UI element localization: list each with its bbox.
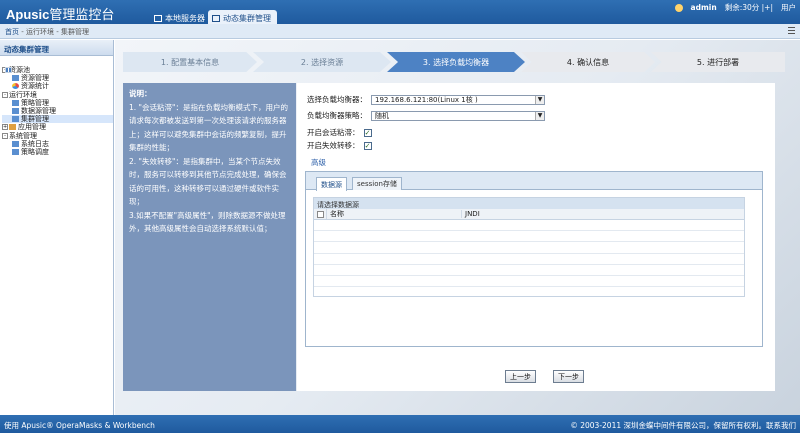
breadcrumb-sep: -	[19, 28, 26, 36]
user-box: admin 剩余:30分 |+| 用户	[674, 2, 796, 13]
menu-icon[interactable]	[788, 27, 795, 34]
tree-node-system-manage[interactable]: - 系统管理	[2, 67, 113, 140]
table-row	[314, 254, 744, 265]
footer-left: 使用 Apusic® OperaMasks & Workbench	[4, 421, 155, 430]
collapse-icon[interactable]: -	[2, 132, 8, 139]
table-row	[314, 276, 744, 288]
server-icon	[154, 14, 162, 22]
chevron-down-icon: ▼	[535, 111, 544, 120]
page-icon	[12, 75, 19, 82]
datasource-grid: 请选择数据源 名称 JNDI	[313, 197, 745, 297]
page-icon	[12, 108, 19, 115]
folder-icon	[5, 67, 12, 73]
tab-local-server[interactable]: 本地服务器	[150, 10, 211, 24]
balancer-row: 选择负载均衡器： 192.168.6.121:80(Linux 1核 ) ▼	[307, 94, 545, 105]
next-button[interactable]: 下一步	[553, 370, 584, 383]
config-form: 选择负载均衡器： 192.168.6.121:80(Linux 1核 ) ▼ 负…	[297, 83, 775, 391]
breadcrumb-runtime[interactable]: 运行环境	[26, 28, 54, 36]
page-icon	[12, 148, 19, 155]
grid-caption: 请选择数据源	[314, 198, 744, 209]
user-icon	[674, 3, 683, 12]
tab-session-storage[interactable]: session存储	[352, 177, 402, 190]
breadcrumb-home[interactable]: 首页	[5, 28, 19, 36]
wizard-step-2: 2. 选择资源	[253, 52, 391, 72]
failover-label: 开启失效转移：	[307, 141, 360, 150]
folder-icon	[9, 124, 16, 131]
advanced-link[interactable]: 高级	[311, 157, 326, 168]
wizard-steps: 1. 配置基本信息 2. 选择资源 3. 选择负载均衡器 4. 确认信息 5. …	[123, 52, 785, 72]
tree-node-policy-manage[interactable]: 策略管理	[2, 99, 113, 107]
session-remaining: 剩余:30分 |+|	[724, 3, 773, 12]
sticky-checkbox[interactable]: ✓	[363, 128, 372, 137]
page-icon	[12, 99, 19, 106]
top-header: Apusic管理监控台 本地服务器 动态集群管理 admin 剩余:30分 |+…	[0, 0, 800, 24]
tab-datasource[interactable]: 数据源	[316, 177, 347, 191]
balancer-value: 192.168.6.121:80(Linux 1核 )	[375, 95, 478, 104]
wizard-step-5: 5. 进行部署	[651, 52, 785, 72]
page-icon	[12, 140, 19, 147]
help-title: 说明：	[129, 89, 152, 98]
user-menu-link[interactable]: 用户	[781, 2, 796, 13]
logo-suffix: 管理监控台	[49, 7, 115, 22]
prev-button[interactable]: 上一步	[505, 370, 536, 383]
nav-tree: -资源池 资源管理 资源统计 -运行环境 策略管理 数据源管理 集群管理 +应用…	[0, 56, 113, 156]
help-item-2: 2. "失效转移"：是指集群中，当某个节点失效时，服务可以转移到其他节点完成处理…	[129, 156, 287, 207]
wizard-step-1: 1. 配置基本信息	[123, 52, 257, 72]
collapse-icon[interactable]: -	[2, 91, 8, 98]
policy-row: 负载均衡器策略： 随机 ▼	[307, 110, 545, 121]
sticky-label: 开启会话粘滞：	[307, 128, 360, 137]
breadcrumb-sep: -	[53, 28, 61, 36]
tree-node-resource-manage[interactable]: 资源管理	[2, 74, 113, 82]
footer: 使用 Apusic® OperaMasks & Workbench © 2003…	[0, 415, 800, 433]
tab-dynamic-cluster[interactable]: 动态集群管理	[208, 10, 277, 24]
balancer-select[interactable]: 192.168.6.121:80(Linux 1核 ) ▼	[371, 94, 545, 105]
table-row	[314, 220, 744, 232]
col-name[interactable]: 名称	[326, 209, 461, 219]
footer-right: © 2003-2011 深圳金蝶中间件有限公司，保留所有权利。联系我们	[570, 421, 796, 430]
breadcrumb-bar: 首页 - 运行环境 - 集群管理	[0, 24, 800, 39]
help-item-3: 3.如果不配置"高级属性"，则除数据源不做处理外，其他高级属性会自动选择系统默认…	[129, 210, 286, 234]
tree-node-runtime[interactable]: - 运行环境	[2, 67, 113, 99]
sidebar-title: 动态集群管理	[0, 40, 113, 56]
breadcrumb-current: 集群管理	[60, 28, 89, 36]
tree-node-system-log[interactable]: 系统日志	[2, 140, 113, 148]
tree-node-resource-pool[interactable]: -资源池	[2, 66, 113, 74]
main-content: 1. 配置基本信息 2. 选择资源 3. 选择负载均衡器 4. 确认信息 5. …	[115, 40, 800, 415]
help-item-1: 1. "会话粘滞"：是指在负载均衡模式下，用户的请求每次都被发送到第一次处理该请…	[129, 102, 288, 153]
table-row	[314, 265, 744, 276]
tree-node-policy-schedule[interactable]: 策略调度	[2, 148, 113, 156]
logo-brand: Apusic	[6, 7, 50, 22]
tab-local-server-label: 本地服务器	[165, 13, 205, 23]
table-row	[314, 242, 744, 254]
select-all-checkbox[interactable]	[316, 210, 324, 218]
policy-value: 随机	[375, 111, 389, 120]
sticky-row: 开启会话粘滞： ✓	[307, 127, 372, 138]
page-icon	[12, 116, 19, 123]
balancer-label: 选择负载均衡器：	[307, 95, 367, 104]
expand-icon[interactable]: +	[2, 124, 8, 131]
advanced-tab-panel: 数据源 session存储 请选择数据源 名称 JNDI	[305, 171, 763, 347]
policy-label: 负载均衡器策略：	[307, 111, 367, 120]
tree-node-label: 策略调度	[21, 147, 49, 156]
help-panel: 说明： 1. "会话粘滞"：是指在负载均衡模式下，用户的请求每次都被发送到第一次…	[123, 83, 296, 391]
pie-chart-icon	[12, 83, 19, 90]
col-jndi[interactable]: JNDI	[461, 210, 629, 218]
tree-node-datasource-manage[interactable]: 数据源管理	[2, 107, 113, 115]
wizard-step-4: 4. 确认信息	[521, 52, 655, 72]
username[interactable]: admin	[691, 3, 717, 12]
breadcrumb: 首页 - 运行环境 - 集群管理	[5, 27, 89, 37]
tab-strip: 数据源 session存储	[306, 172, 762, 191]
policy-select[interactable]: 随机 ▼	[371, 110, 545, 121]
tab-dynamic-cluster-label: 动态集群管理	[223, 13, 271, 23]
cluster-icon	[212, 14, 220, 22]
failover-row: 开启失效转移： ✓	[307, 140, 372, 151]
app-logo: Apusic管理监控台	[6, 4, 114, 23]
grid-header: 名称 JNDI	[314, 209, 744, 220]
failover-checkbox[interactable]: ✓	[363, 141, 372, 150]
chevron-down-icon: ▼	[535, 95, 544, 104]
table-row	[314, 231, 744, 243]
wizard-step-3: 3. 选择负载均衡器	[387, 52, 525, 72]
sidebar: 动态集群管理 -资源池 资源管理 资源统计 -运行环境 策略管理 数据源管理 集…	[0, 40, 114, 415]
